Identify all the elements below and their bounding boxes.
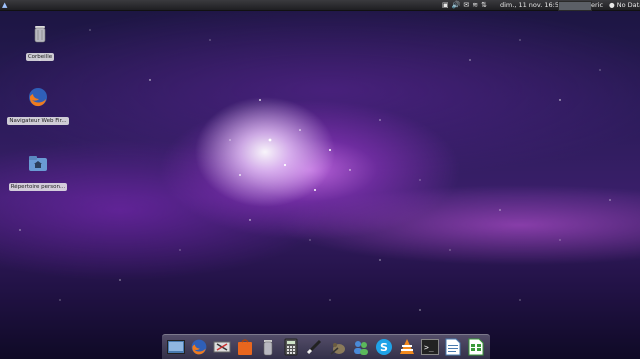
network-icon[interactable]: ⇅	[481, 0, 487, 10]
volume-icon[interactable]: 🔊	[452, 0, 461, 10]
system-tray: ▣ 🔊 ✉ ≋ ⇅	[442, 0, 487, 10]
mail-icon[interactable]: ✉	[463, 0, 469, 10]
firefox-icon[interactable]	[189, 337, 209, 357]
workspace-switcher[interactable]	[558, 1, 592, 11]
top-panel: ▲ ▣ 🔊 ✉ ≋ ⇅ dim., 11 nov. 16:59 eric ● N…	[0, 0, 640, 11]
status-text: No Data	[616, 1, 640, 9]
software-center-icon[interactable]	[235, 337, 255, 357]
trash-icon[interactable]	[258, 337, 278, 357]
desktop-icon-home[interactable]: Répertoire person...	[6, 152, 70, 195]
whisker-menu-icon[interactable]: ▲	[2, 1, 10, 9]
user-menu-button[interactable]: eric	[591, 0, 603, 10]
writer-icon[interactable]	[443, 337, 463, 357]
desktop-icon-label: Corbeille	[25, 53, 55, 61]
skype-icon[interactable]: S	[374, 337, 394, 357]
vlc-icon[interactable]	[397, 337, 417, 357]
svg-text:S: S	[380, 341, 388, 354]
bottom-dock: S >_	[162, 334, 490, 359]
show-desktop-icon[interactable]	[166, 337, 186, 357]
desktop-icon-firefox[interactable]: Navigateur Web Fir...	[6, 86, 70, 129]
terminal-icon[interactable]: >_	[420, 337, 440, 357]
clipboard-icon[interactable]: ▣	[442, 0, 449, 10]
desktop-icon-label: Navigateur Web Fir...	[7, 117, 69, 125]
settings-tools-icon[interactable]	[212, 337, 232, 357]
home-folder-icon	[27, 152, 49, 174]
svg-text:>_: >_	[424, 343, 434, 352]
calculator-icon[interactable]	[281, 337, 301, 357]
clock[interactable]: dim., 11 nov. 16:59	[500, 0, 563, 10]
status-dot-icon: ●	[609, 1, 615, 9]
firefox-icon	[27, 86, 49, 108]
spreadsheet-icon[interactable]	[466, 337, 486, 357]
trash-icon	[29, 22, 51, 44]
wifi-icon[interactable]: ≋	[472, 0, 478, 10]
gimp-icon[interactable]	[328, 337, 348, 357]
wallpaper-stars	[19, 29, 611, 311]
desktop-icon-trash[interactable]: Corbeille	[8, 22, 72, 65]
text-editor-icon[interactable]	[304, 337, 324, 357]
contacts-icon[interactable]	[351, 337, 371, 357]
weather-status[interactable]: ● No Data	[609, 0, 640, 10]
desktop-icon-label: Répertoire person...	[8, 183, 68, 191]
